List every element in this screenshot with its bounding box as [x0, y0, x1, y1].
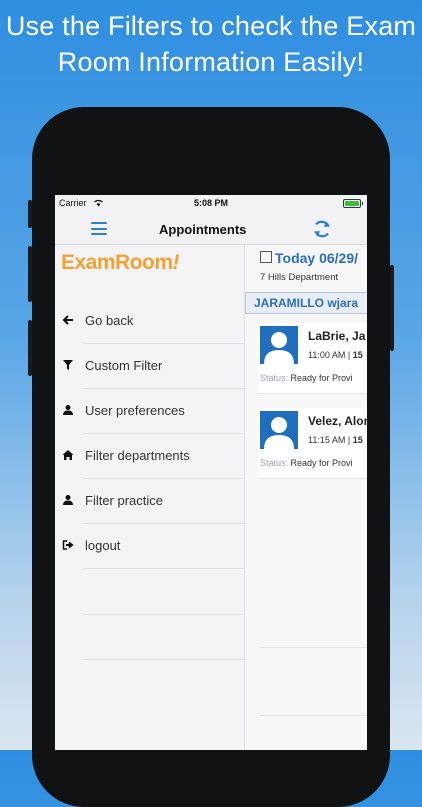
provider-header[interactable]: JARAMILLO wjara: [245, 292, 367, 314]
sidebar-item-logout[interactable]: logout: [55, 524, 244, 569]
status-time: 5:08 PM: [193, 198, 228, 208]
appointment-time: 11:00 AM | 15: [308, 350, 363, 360]
sidebar-menu: ExamRoom! Go back Custom Filter User pre…: [55, 245, 245, 750]
sidebar-item-go-back[interactable]: Go back: [55, 299, 244, 344]
filter-icon: [62, 359, 74, 371]
phone-power-button: [390, 265, 394, 351]
arrow-left-icon: [62, 314, 74, 326]
appointment-card[interactable]: Velez, Alon 11:15 AM | 15 Status: Ready …: [258, 408, 367, 479]
provider-name: JARAMILLO wjara: [254, 296, 359, 310]
divider: [260, 715, 367, 716]
avatar: [260, 326, 298, 364]
sidebar-item-label: Custom Filter: [85, 358, 163, 373]
headline-line-2: Room Information Easily!: [57, 47, 365, 77]
phone-side-button: [28, 200, 32, 228]
refresh-icon[interactable]: [311, 218, 333, 240]
page-title: Appointments: [159, 222, 247, 237]
home-icon: [62, 449, 74, 461]
today-date-header[interactable]: Today 06/29/: [260, 250, 358, 266]
appointment-time: 11:15 AM | 15: [308, 435, 363, 445]
battery-icon: [343, 199, 363, 208]
divider: [83, 659, 244, 660]
department-label: 7 Hills Department: [260, 272, 339, 283]
headline-line-1: Use the Filters to check the Exam: [5, 11, 417, 41]
sidebar-item-custom-filter[interactable]: Custom Filter: [55, 344, 244, 389]
status-bar: Carrier 5:08 PM: [55, 195, 367, 213]
appointment-status: Status: Ready for Provi: [260, 373, 353, 383]
sidebar-item-label: Filter departments: [85, 448, 190, 463]
appointment-status: Status: Ready for Provi: [260, 458, 353, 468]
sidebar-item-filter-departments[interactable]: Filter departments: [55, 434, 244, 479]
user-icon: [62, 494, 74, 506]
divider: [260, 647, 367, 648]
examroom-logo: ExamRoom!: [61, 251, 180, 274]
phone-volume-up: [28, 246, 32, 302]
nav-bar: Appointments: [55, 213, 367, 245]
sidebar-item-label: User preferences: [85, 403, 185, 418]
avatar: [260, 411, 298, 449]
sidebar-item-user-preferences[interactable]: User preferences: [55, 389, 244, 434]
hamburger-icon[interactable]: [91, 222, 107, 235]
sidebar-item-label: logout: [85, 538, 121, 553]
sidebar-item-label: Filter practice: [85, 493, 164, 508]
divider: [83, 614, 244, 615]
sidebar-item-label: Go back: [85, 313, 134, 328]
promo-headline: Use the Filters to check the Exam Room I…: [0, 8, 422, 80]
calendar-icon: [260, 251, 272, 263]
appointments-panel: Today 06/29/ 7 Hills Department JARAMILL…: [245, 245, 367, 750]
appointment-card[interactable]: LaBrie, Ja 11:00 AM | 15 Status: Ready f…: [258, 323, 367, 394]
patient-name: LaBrie, Ja: [308, 329, 366, 343]
logout-icon: [62, 539, 74, 551]
sidebar-item-filter-practice[interactable]: Filter practice: [55, 479, 244, 524]
user-icon: [62, 404, 74, 416]
app-screen: Carrier 5:08 PM Appointments ExamRoom! G…: [55, 195, 367, 750]
phone-volume-down: [28, 320, 32, 376]
patient-name: Velez, Alon: [308, 414, 367, 428]
